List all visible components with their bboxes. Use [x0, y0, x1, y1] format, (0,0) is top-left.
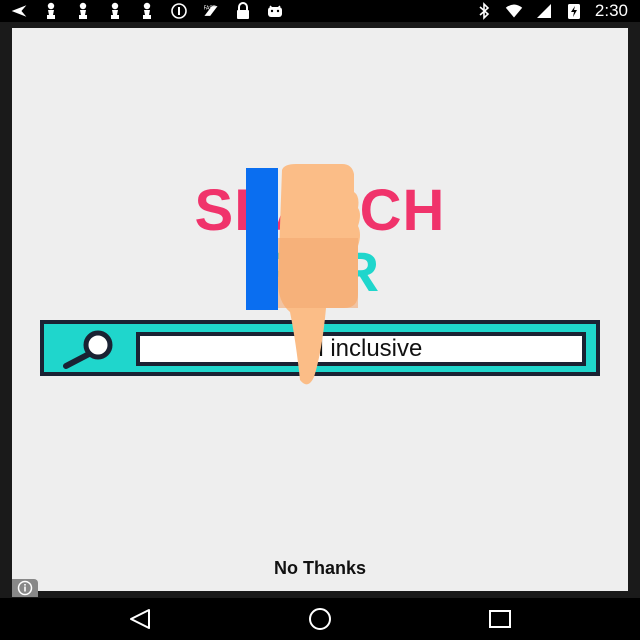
chess-pawn-icon	[138, 2, 156, 20]
notification-icons: FAST	[10, 2, 284, 20]
magnifier-icon	[58, 328, 120, 375]
lock-icon	[234, 2, 252, 20]
bluetooth-icon	[475, 2, 493, 20]
android-icon	[266, 2, 284, 20]
back-icon[interactable]	[120, 606, 160, 632]
svg-text:FAST: FAST	[204, 5, 216, 11]
chess-pawn-icon	[42, 2, 60, 20]
chess-pawn-icon	[106, 2, 124, 20]
chess-pawn-icon	[74, 2, 92, 20]
fast-icon: FAST	[202, 2, 220, 20]
battery-charging-icon	[565, 2, 583, 20]
ad-info-icon[interactable]	[12, 579, 38, 597]
cellular-signal-icon	[535, 2, 553, 20]
clock: 2:30	[594, 1, 628, 20]
status-bar: FAST 2:30	[0, 0, 640, 22]
navigation-bar	[0, 598, 640, 640]
wifi-icon	[505, 2, 523, 20]
interstitial-ad[interactable]: SEARCH FOR all inclusive No Thanks	[12, 28, 628, 597]
recents-icon[interactable]	[480, 606, 520, 632]
thumbs-down-hand-icon	[274, 162, 364, 392]
home-icon[interactable]	[300, 606, 340, 632]
no-thanks-button[interactable]: No Thanks	[12, 558, 628, 579]
info-circle-icon	[170, 2, 188, 20]
system-icons: 2:30	[475, 0, 628, 22]
back-arrow-icon	[10, 2, 28, 20]
